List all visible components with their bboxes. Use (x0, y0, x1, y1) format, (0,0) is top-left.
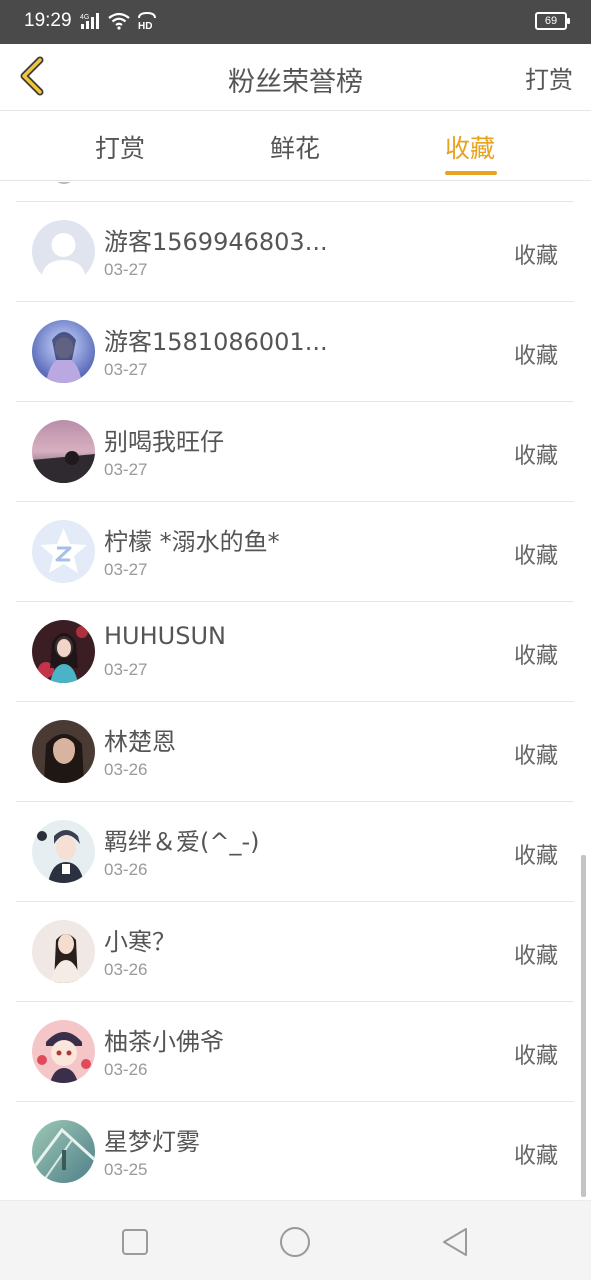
action-type: 收藏 (513, 344, 558, 369)
hd-label: HD (138, 21, 152, 30)
row-date: 03-27 (104, 260, 148, 279)
avatar (32, 520, 95, 583)
action-type: 收藏 (513, 844, 558, 869)
user-name: 林楚恩 (104, 728, 176, 756)
user-name: 星梦灯雾 (104, 1128, 200, 1156)
avatar (52, 182, 76, 184)
avatar (32, 620, 95, 683)
list-item[interactable]: 柚茶小佛爷 03-26 收藏 (16, 1001, 574, 1101)
list-item[interactable]: 林楚恩 03-26 收藏 (16, 701, 574, 801)
row-date: 03-26 (104, 760, 148, 779)
tab-favorites[interactable]: 收藏 (445, 129, 495, 165)
list-item[interactable]: 游客1581086001... 03-27 收藏 (16, 301, 574, 401)
action-type: 收藏 (513, 1144, 558, 1169)
user-photo (32, 320, 95, 383)
list-item[interactable]: 柠檬 *溺水的鱼* 03-27 收藏 (16, 501, 574, 601)
user-photo (32, 420, 95, 483)
user-name: 游客1581086001... (104, 328, 328, 356)
row-date: 03-27 (104, 360, 148, 379)
fan-list[interactable]: 游客1569946803... 03-27 收藏 游客1581086001...… (0, 182, 591, 1200)
user-name: 别喝我旺仔 (104, 428, 224, 456)
status-bar: 19:29 4G HD 69 (0, 0, 591, 44)
action-type: 收藏 (513, 544, 558, 569)
action-type: 收藏 (513, 444, 558, 469)
row-date: 03-26 (104, 1060, 148, 1079)
system-nav-bar (0, 1200, 591, 1280)
user-photo (32, 720, 95, 783)
avatar (32, 920, 95, 983)
action-type: 收藏 (513, 244, 558, 269)
tab-bar: 打赏 鲜花 收藏 (0, 111, 591, 181)
default-avatar-icon (32, 220, 95, 283)
avatar (32, 820, 95, 883)
recent-apps-icon[interactable] (118, 1225, 152, 1259)
scrollbar[interactable] (581, 855, 586, 1197)
tab-flowers[interactable]: 鲜花 (270, 129, 320, 165)
home-icon[interactable] (278, 1225, 312, 1259)
list-item[interactable]: 游客1569946803... 03-27 收藏 (16, 201, 574, 301)
action-type: 收藏 (513, 644, 558, 669)
action-type: 收藏 (513, 944, 558, 969)
status-icons: 4G HD (80, 12, 158, 30)
battery-icon: 69 (535, 12, 570, 30)
row-date: 03-27 (104, 660, 148, 679)
page-title: 粉丝荣誉榜 (228, 67, 363, 98)
network-type-label: 4G (80, 14, 89, 21)
avatar (32, 720, 95, 783)
user-name: 羁绊＆爱(^_-) (104, 828, 260, 856)
reward-button[interactable]: 打赏 (525, 60, 573, 95)
list-item[interactable]: 小寒？ 03-26 收藏 (16, 901, 574, 1001)
user-photo (32, 620, 95, 683)
user-name: 游客1569946803... (104, 228, 328, 256)
user-name: 小寒？ (104, 928, 176, 956)
list-item[interactable]: 羁绊＆爱(^_-) 03-26 收藏 (16, 801, 574, 901)
action-type: 收藏 (513, 1044, 558, 1069)
avatar (32, 220, 95, 283)
header: 粉丝荣誉榜 打赏 (0, 44, 591, 111)
list-item[interactable]: HUHUSUN 03-27 收藏 (16, 601, 574, 701)
qq-star-avatar-icon (32, 520, 95, 583)
list-item[interactable]: 别喝我旺仔 03-27 收藏 (16, 401, 574, 501)
row-date: 03-27 (104, 460, 148, 479)
row-date: 03-27 (104, 560, 148, 579)
avatar (32, 420, 95, 483)
tab-reward[interactable]: 打赏 (95, 129, 145, 165)
back-triangle-icon[interactable] (438, 1225, 472, 1259)
avatar (32, 320, 95, 383)
hd-voice-icon: HD (138, 12, 156, 30)
list-item[interactable]: 星梦灯雾 03-25 收藏 (16, 1101, 574, 1200)
action-type: 收藏 (513, 744, 558, 769)
user-photo (32, 1020, 95, 1083)
user-name: 柠檬 *溺水的鱼* (104, 528, 280, 556)
avatar (32, 1020, 95, 1083)
user-photo (32, 820, 95, 883)
wifi-icon (108, 12, 130, 30)
user-name: HUHUSUN (104, 622, 226, 650)
row-date: 03-26 (104, 860, 148, 879)
avatar (32, 1120, 95, 1183)
row-date: 03-25 (104, 1160, 148, 1179)
active-tab-indicator (445, 171, 497, 175)
status-time: 19:29 (24, 10, 72, 31)
user-photo (32, 1120, 95, 1183)
user-name: 柚茶小佛爷 (104, 1028, 224, 1056)
user-photo (32, 920, 95, 983)
row-date: 03-26 (104, 960, 148, 979)
cellular-signal-icon: 4G (80, 13, 99, 29)
